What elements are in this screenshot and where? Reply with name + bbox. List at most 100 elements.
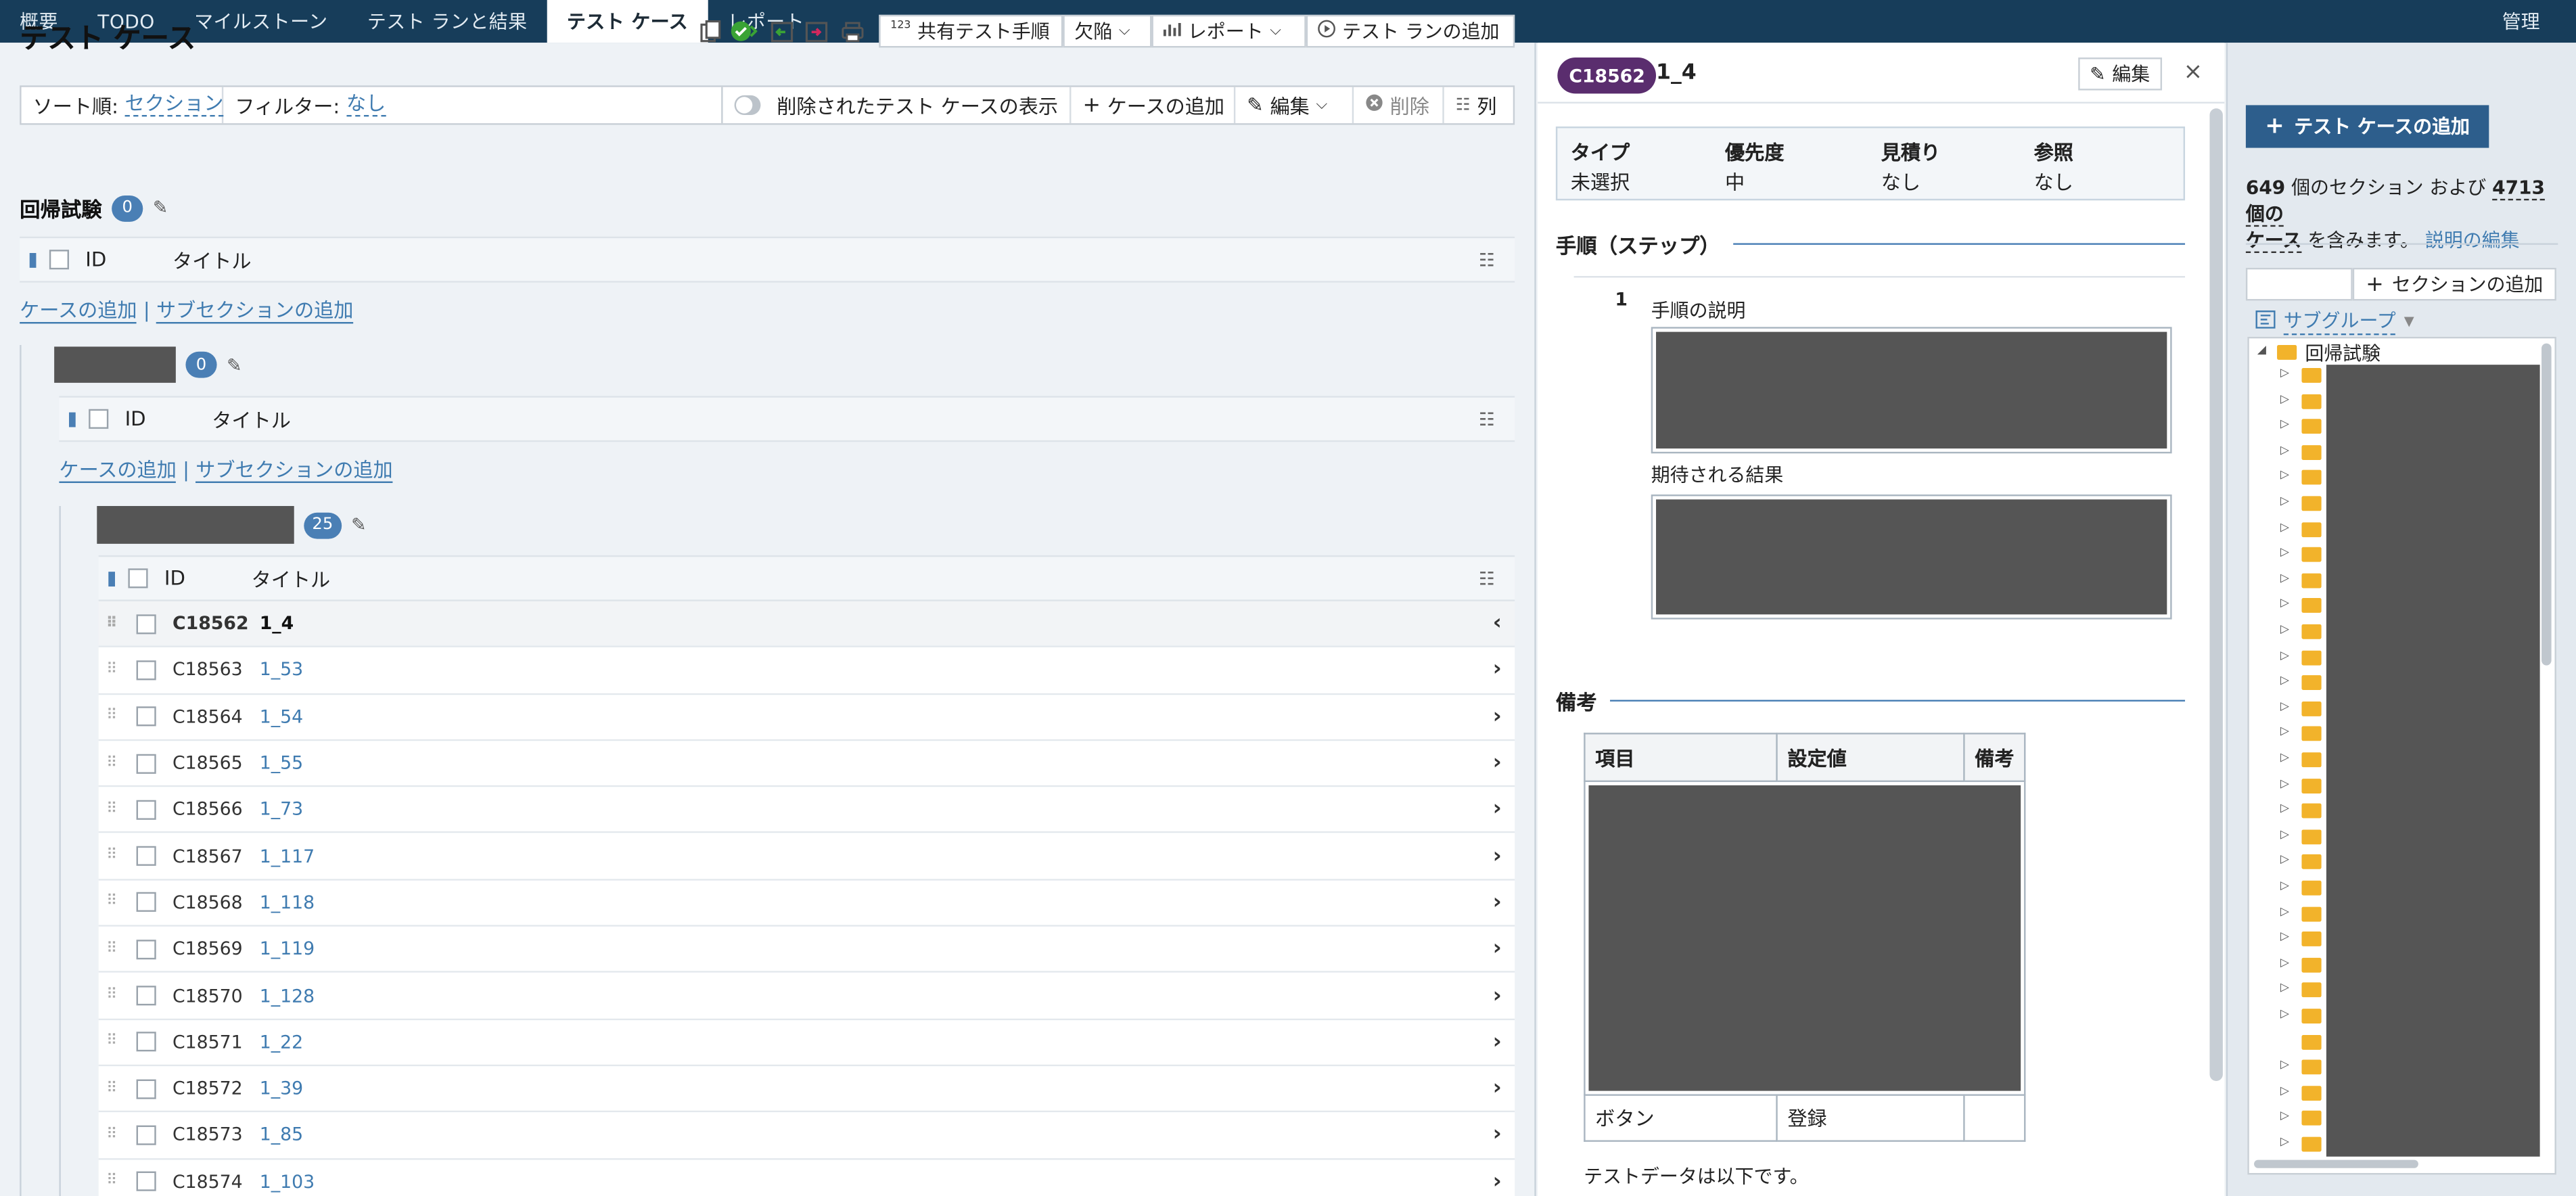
case-title[interactable]: 1_55 <box>260 752 303 774</box>
chevron-right-icon[interactable]: › <box>1493 798 1502 822</box>
expand-triangle-icon[interactable]: ▷ <box>2280 1007 2289 1020</box>
expand-triangle-icon[interactable]: ▷ <box>2280 1135 2289 1148</box>
chevron-right-icon[interactable]: › <box>1493 704 1502 729</box>
run-check-icon[interactable] <box>731 18 758 45</box>
expand-triangle-icon[interactable]: ▷ <box>2280 725 2289 738</box>
sort-value[interactable]: セクション <box>124 93 224 117</box>
drag-grip-icon[interactable]: ⠿ <box>100 988 123 1004</box>
reports-dropdown[interactable]: レポート ⌵ <box>1151 14 1306 48</box>
chevron-right-icon[interactable]: › <box>1493 937 1502 961</box>
defects-dropdown[interactable]: 欠陥 ⌵ <box>1063 14 1152 48</box>
column-title[interactable]: タイトル <box>172 246 252 273</box>
expand-triangle-icon[interactable]: ▷ <box>2280 417 2289 430</box>
add-case-link[interactable]: ケースの追加 <box>59 458 177 484</box>
add-subsection-link[interactable]: サブセクションの追加 <box>196 458 393 484</box>
show-deleted-toggle[interactable]: 削除されたテスト ケースの表示 <box>723 87 1072 124</box>
chevron-right-icon[interactable]: › <box>1493 984 1502 1008</box>
expand-triangle-icon[interactable]: ▷ <box>2280 392 2289 405</box>
columns-icon[interactable]: ☷ <box>1479 249 1495 271</box>
toggle-switch[interactable] <box>734 95 760 116</box>
table-row[interactable]: ⠿ C18567 1_117 › <box>98 833 1515 881</box>
expand-triangle-icon[interactable]: ▷ <box>2280 879 2289 892</box>
column-id[interactable]: ID <box>164 567 252 590</box>
chevron-right-icon[interactable]: › <box>1493 658 1502 683</box>
expand-triangle-icon[interactable]: ▷ <box>2280 1084 2289 1097</box>
copy-icon[interactable] <box>697 18 723 45</box>
table-row[interactable]: ⠿ C18566 1_73 › <box>98 787 1515 834</box>
column-id[interactable]: ID <box>85 248 172 271</box>
row-checkbox[interactable] <box>136 1032 156 1053</box>
case-title[interactable]: 1_39 <box>260 1078 303 1099</box>
column-title[interactable]: タイトル <box>252 564 331 592</box>
add-subsection-link[interactable]: サブセクションの追加 <box>156 299 354 324</box>
table-row[interactable]: ⠿ C18565 1_55 › <box>98 741 1515 787</box>
table-row[interactable]: ⠿ C18562 1_4 ‹ <box>98 601 1515 648</box>
section-name-input[interactable] <box>2245 267 2353 301</box>
row-checkbox[interactable] <box>136 660 156 681</box>
tab-milestones[interactable]: マイルストーン <box>175 0 348 43</box>
expand-triangle-icon[interactable]: ▷ <box>2280 572 2289 584</box>
drag-grip-icon[interactable]: ⠿ <box>100 848 123 864</box>
edit-pencil-icon[interactable]: ✎ <box>351 514 366 536</box>
table-row[interactable]: ⠿ C18572 1_39 › <box>98 1066 1515 1113</box>
expand-triangle-icon[interactable]: ▷ <box>2280 622 2289 635</box>
expand-triangle-icon[interactable]: ▷ <box>2280 828 2289 841</box>
chevron-right-icon[interactable]: › <box>1493 890 1502 915</box>
edit-pencil-icon[interactable]: ✎ <box>153 197 168 218</box>
chevron-right-icon[interactable]: › <box>1493 844 1502 868</box>
chevron-right-icon[interactable]: › <box>1493 751 1502 775</box>
expand-triangle-icon[interactable]: ▷ <box>2280 674 2289 687</box>
expand-triangle-icon[interactable]: ▷ <box>2280 648 2289 661</box>
case-title[interactable]: 1_117 <box>260 846 315 867</box>
expand-triangle-icon[interactable]: ▷ <box>2280 469 2289 482</box>
row-checkbox[interactable] <box>136 800 156 820</box>
table-row[interactable]: ⠿ C18564 1_54 › <box>98 694 1515 741</box>
expand-triangle-icon[interactable]: ▷ <box>2280 699 2289 712</box>
subgroup-dropdown[interactable]: サブグループ ▼ <box>2255 307 2414 336</box>
edit-description-link[interactable]: 説明の編集 <box>2425 229 2520 252</box>
tab-test-runs[interactable]: テスト ランと結果 <box>348 0 547 43</box>
drag-grip-icon[interactable]: ⠿ <box>100 1034 123 1050</box>
table-row[interactable]: ⠿ C18570 1_128 › <box>98 973 1515 1020</box>
row-checkbox[interactable] <box>136 706 156 727</box>
row-checkbox[interactable] <box>136 846 156 867</box>
add-test-run-button[interactable]: テスト ランの追加 <box>1306 14 1515 48</box>
expand-triangle-icon[interactable]: ▷ <box>2280 520 2289 533</box>
case-title[interactable]: 1_85 <box>260 1124 303 1146</box>
case-title[interactable]: 1_54 <box>260 706 303 728</box>
detail-scrollbar[interactable] <box>2209 108 2223 1082</box>
drag-grip-icon[interactable]: ⠿ <box>100 802 123 818</box>
expand-triangle-icon[interactable]: ▷ <box>2280 904 2289 917</box>
add-case-link[interactable]: ケースの追加 <box>20 299 137 324</box>
shared-steps-button[interactable]: 123 共有テスト手順 <box>879 14 1063 48</box>
column-id[interactable]: ID <box>125 407 212 430</box>
row-checkbox[interactable] <box>136 986 156 1006</box>
expand-triangle-icon[interactable]: ▷ <box>2280 777 2289 789</box>
close-icon[interactable]: × <box>2184 59 2203 85</box>
admin-link[interactable]: 管理 <box>2502 0 2540 43</box>
expand-triangle-icon[interactable]: ▷ <box>2280 802 2289 815</box>
expand-triangle-icon[interactable]: ▷ <box>2280 546 2289 559</box>
columns-icon[interactable]: ☷ <box>1479 409 1495 430</box>
drag-grip-icon[interactable]: ⠿ <box>100 1127 123 1143</box>
expand-triangle-icon[interactable]: ▷ <box>2280 367 2289 380</box>
sort-control[interactable]: ソート順: セクション <box>22 87 224 124</box>
case-title[interactable]: 1_73 <box>260 799 303 821</box>
add-case-button[interactable]: + ケースの追加 <box>1071 87 1236 124</box>
table-row[interactable]: ⠿ C18563 1_53 › <box>98 647 1515 695</box>
column-title[interactable]: タイトル <box>212 405 291 433</box>
row-checkbox[interactable] <box>136 1172 156 1192</box>
columns-icon[interactable]: ☷ <box>1479 568 1495 589</box>
edit-dropdown[interactable]: ✎ 編集 ⌵ <box>1235 87 1354 124</box>
case-title[interactable]: 1_119 <box>260 938 315 960</box>
chevron-right-icon[interactable]: › <box>1493 1076 1502 1101</box>
row-checkbox[interactable] <box>136 939 156 959</box>
case-title[interactable]: 1_22 <box>260 1032 303 1053</box>
expand-triangle-icon[interactable]: ▷ <box>2280 956 2289 969</box>
select-all-checkbox[interactable] <box>89 409 109 429</box>
row-checkbox[interactable] <box>136 1078 156 1099</box>
drag-grip-icon[interactable]: ⠿ <box>100 708 123 724</box>
drag-grip-icon[interactable]: ⠿ <box>100 894 123 911</box>
expand-triangle-icon[interactable]: ▷ <box>2280 443 2289 456</box>
filter-control[interactable]: フィルター: なし <box>223 87 723 124</box>
